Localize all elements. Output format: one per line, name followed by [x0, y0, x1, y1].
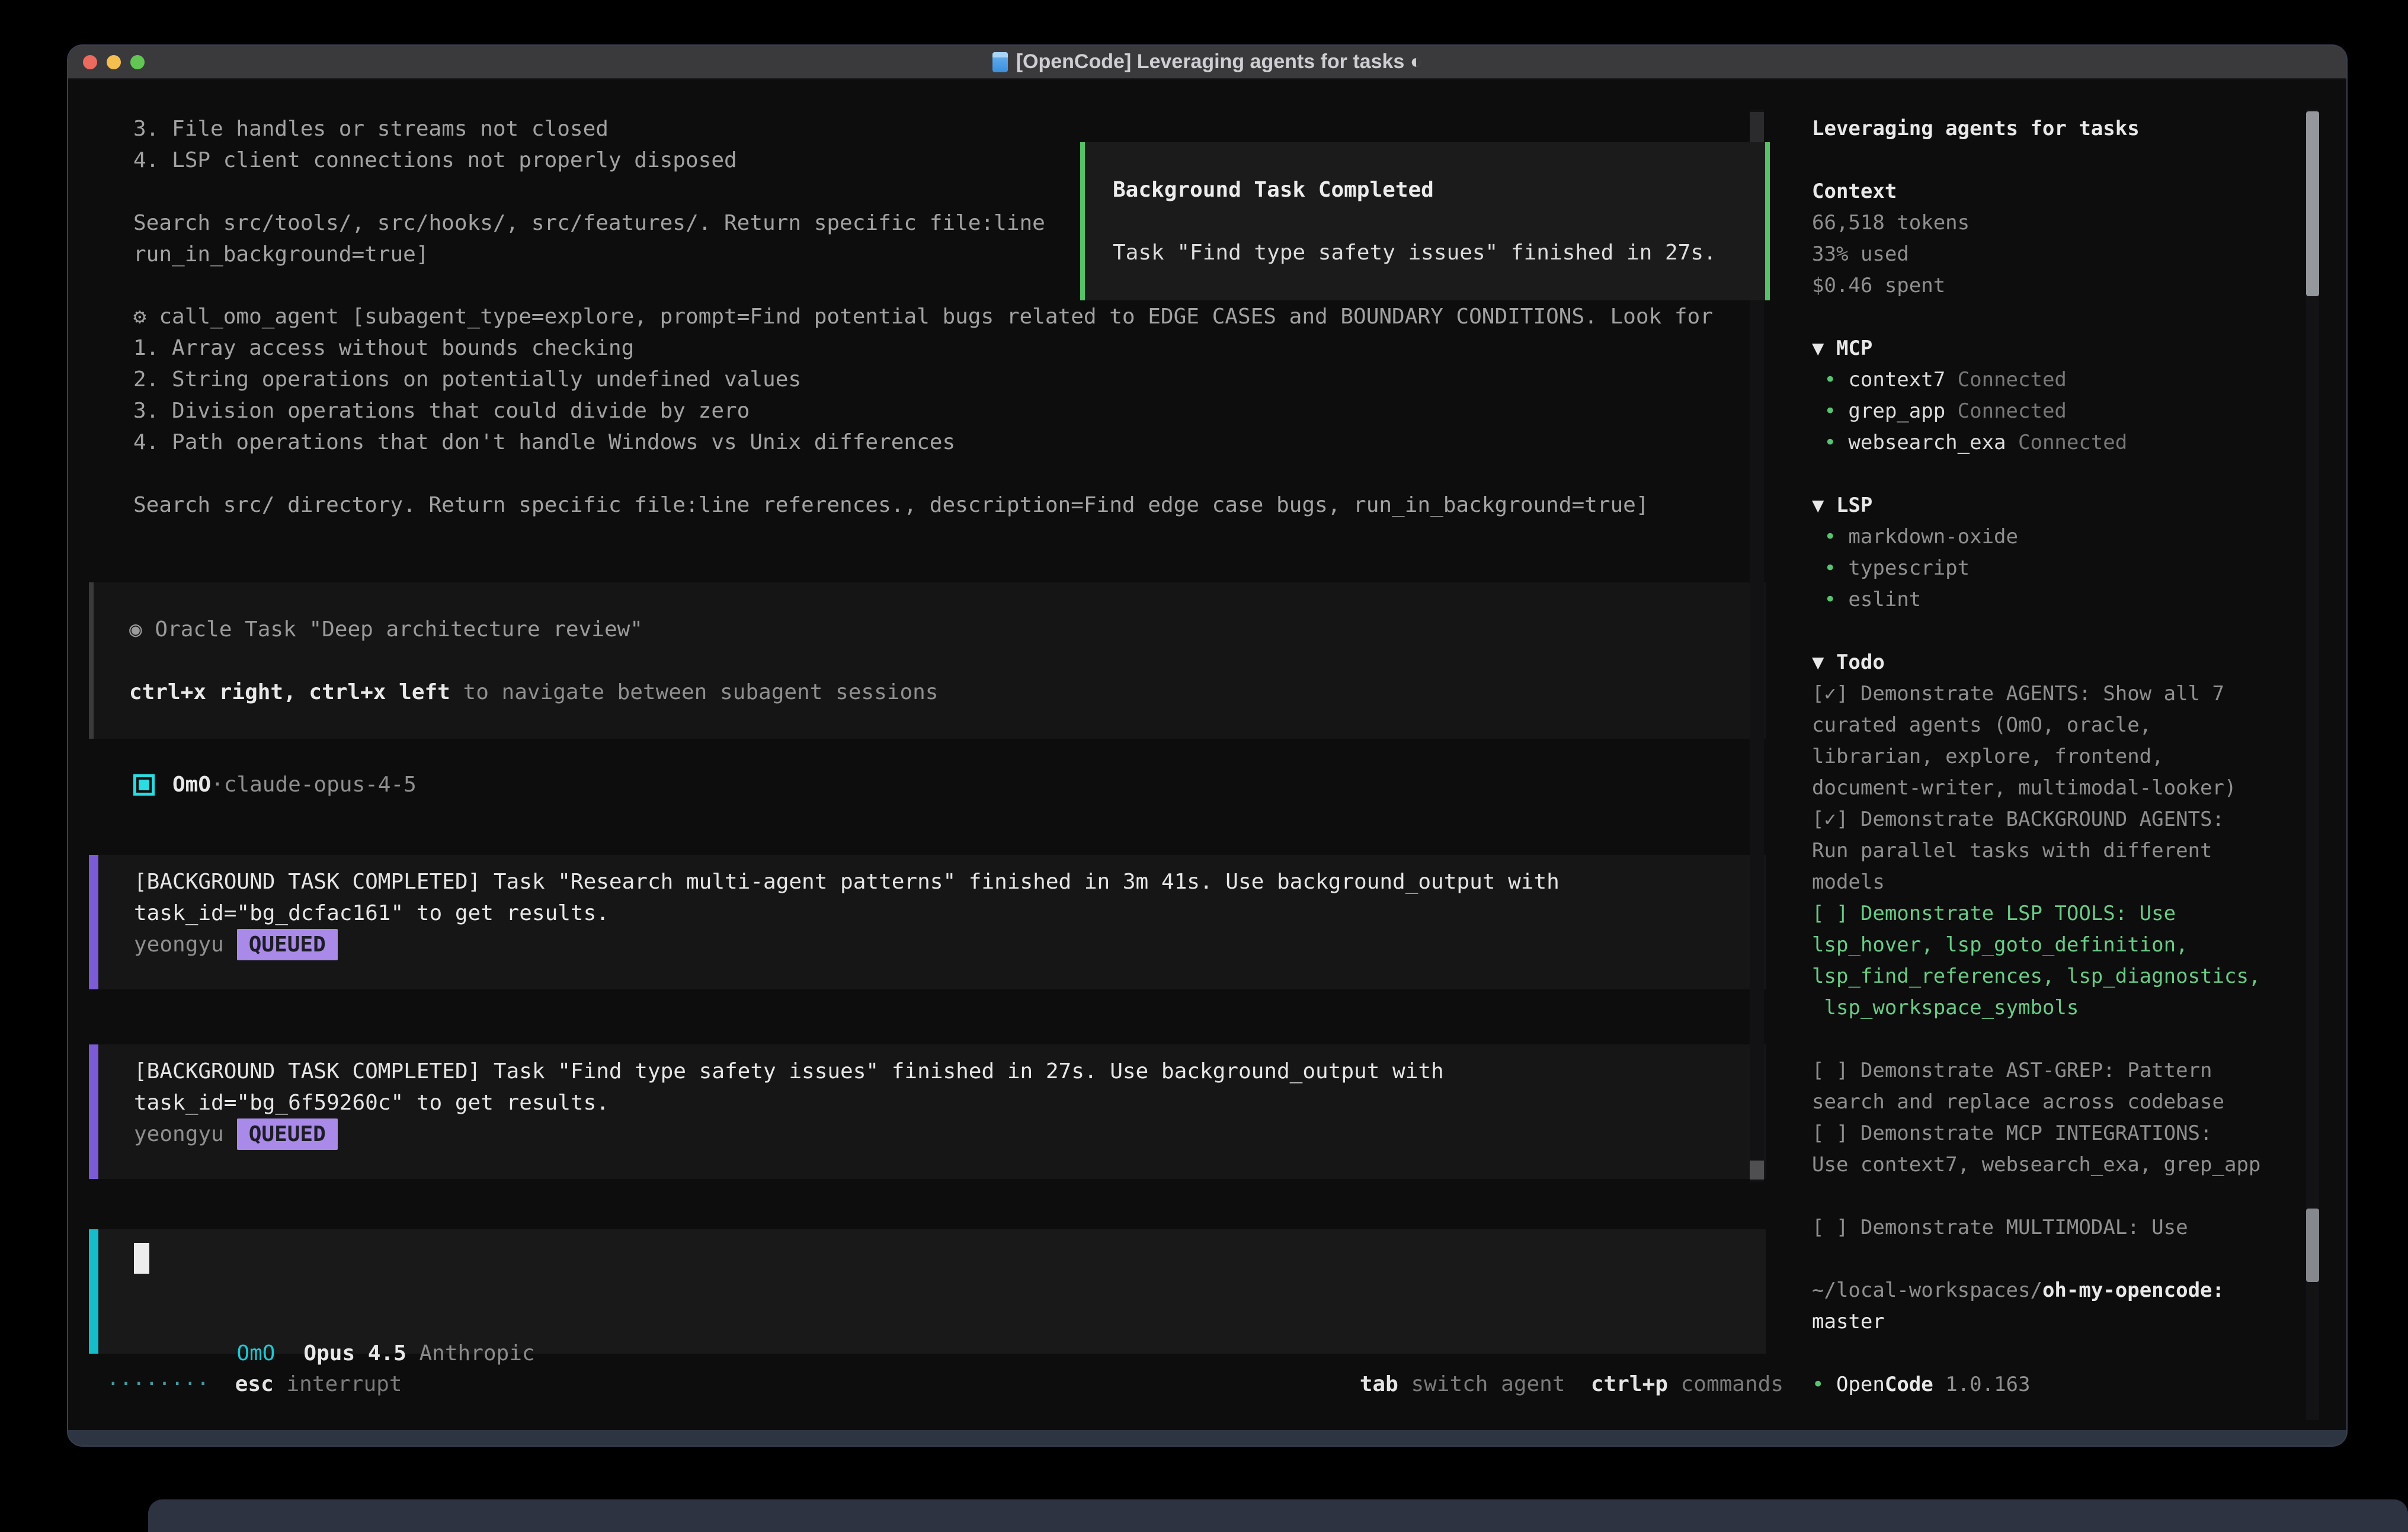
todo-item: search and replace across codebase: [1812, 1086, 2321, 1118]
status-hint: tab switch agent ctrl+p commands: [1360, 1368, 1783, 1400]
window-title: [OpenCode] Leveraging agents for tasks ◐: [1016, 50, 1423, 73]
todo-item: [ ] Demonstrate MULTIMODAL: Use: [1812, 1212, 2321, 1243]
session-title: Leveraging agents for tasks: [1812, 113, 2321, 145]
mcp-item: • grep_app Connected: [1812, 396, 2321, 427]
todo-item: [ ] Demonstrate AST-GREP: Pattern: [1812, 1055, 2321, 1086]
prompt-input[interactable]: OmOOpus 4.5 Anthropic: [89, 1229, 1766, 1354]
task-user: yeongyu: [134, 932, 224, 957]
task-user: yeongyu: [134, 1122, 224, 1146]
todo-item: lsp_find_references, lsp_diagnostics,: [1812, 961, 2321, 992]
mcp-section-header[interactable]: ▼ MCP: [1812, 333, 2321, 364]
context-header: Context: [1812, 176, 2321, 207]
document-icon: [992, 52, 1008, 72]
tool-call-block: ⚙ call_omo_agent [subagent_type=explore,…: [133, 301, 1713, 521]
desktop-background: [OpenCode] Leveraging agents for tasks ◐…: [0, 0, 2408, 1532]
chat-text-block: 3. File handles or streams not closed4. …: [133, 113, 1045, 270]
input-footer: OmOOpus 4.5 Anthropic: [134, 1306, 535, 1338]
context-stat: 33% used: [1812, 239, 2321, 270]
terminal-line: run_in_background=true]: [133, 239, 1045, 270]
todo-list: [✓] Demonstrate AGENTS: Show all 7curate…: [1812, 678, 2321, 1243]
todo-scrollbar-thumb[interactable]: [2306, 1209, 2319, 1282]
sidebar: Leveraging agents for tasks Context 66,5…: [1812, 113, 2321, 1400]
background-window-edge: [148, 1499, 2408, 1532]
oracle-task-title: ◉ Oracle Task "Deep architecture review": [129, 614, 1766, 645]
oracle-task-hint: ctrl+x right, ctrl+x left to navigate be…: [129, 677, 1766, 708]
status-dot-icon: •: [1812, 1373, 1836, 1396]
gear-icon: ⚙: [133, 305, 159, 329]
terminal-line: Search src/ directory. Return specific f…: [133, 489, 1713, 521]
status-badge: QUEUED: [237, 1118, 338, 1150]
notification-body: Task "Find type safety issues" finished …: [1113, 237, 1765, 268]
provider-label: Anthropic: [420, 1341, 535, 1366]
terminal-line: 2. String operations on potentially unde…: [133, 364, 1713, 395]
chat-scrollbar-thumb[interactable]: [1750, 112, 1764, 143]
terminal-line: [133, 458, 1713, 489]
todo-item: [1812, 1024, 2321, 1055]
agent-model: claude-opus-4-5: [224, 773, 417, 797]
todo-item: document-writer, multimodal-looker): [1812, 773, 2321, 804]
context-stat: $0.46 spent: [1812, 270, 2321, 302]
terminal-line: 3. File handles or streams not closed: [133, 113, 1045, 145]
oracle-task-box: ◉ Oracle Task "Deep architecture review"…: [89, 582, 1766, 739]
todo-item: [1812, 1181, 2321, 1212]
todo-item: [ ] Demonstrate LSP TOOLS: Use: [1812, 898, 2321, 930]
todo-item: lsp_hover, lsp_goto_definition,: [1812, 930, 2321, 961]
todo-item: Use context7, websearch_exa, grep_app: [1812, 1149, 2321, 1181]
context-stat: 66,518 tokens: [1812, 207, 2321, 239]
record-icon: ◉: [129, 617, 155, 642]
tool-call-detail-lines: 1. Array access without bounds checking2…: [133, 332, 1713, 521]
workspace-path: ~/local-workspaces/oh-my-opencode:: [1812, 1275, 2321, 1306]
todo-item: [ ] Demonstrate MCP INTEGRATIONS:: [1812, 1118, 2321, 1149]
background-task-message: [BACKGROUND TASK COMPLETED] Task "Resear…: [89, 855, 1766, 989]
sidebar-scrollbar-thumb[interactable]: [2306, 111, 2319, 296]
agent-header: OmO · claude-opus-4-5: [133, 769, 417, 800]
opencode-window: [OpenCode] Leveraging agents for tasks ◐…: [68, 46, 2346, 1446]
chat-scrollbar-thumb[interactable]: [1750, 1161, 1764, 1180]
text-cursor: [134, 1243, 149, 1274]
tool-call-line: ⚙ call_omo_agent [subagent_type=explore,…: [133, 301, 1713, 332]
mcp-items: • context7 Connected • grep_app Connecte…: [1812, 364, 2321, 459]
todo-section-header[interactable]: ▼ Todo: [1812, 647, 2321, 678]
terminal-line: 4. LSP client connections not properly d…: [133, 145, 1045, 176]
todo-item: models: [1812, 867, 2321, 898]
active-model-label: Opus 4.5: [303, 1341, 406, 1366]
terminal-line: 4. Path operations that don't handle Win…: [133, 427, 1713, 458]
window-bottom-edge: [68, 1430, 2346, 1446]
todo-item: librarian, explore, frontend,: [1812, 741, 2321, 773]
window-title-group: [OpenCode] Leveraging agents for tasks ◐: [68, 46, 2346, 78]
lsp-item: • markdown-oxide: [1812, 521, 2321, 553]
agent-separator: ·: [211, 773, 224, 797]
app-version: • OpenCode 1.0.163: [1812, 1369, 2321, 1400]
todo-item: lsp_workspace_symbols: [1812, 992, 2321, 1024]
status-bar: ········ esc interrupt tab switch agent …: [107, 1368, 1783, 1400]
mcp-item: • websearch_exa Connected: [1812, 427, 2321, 459]
tool-call-text: call_omo_agent [subagent_type=explore, p…: [159, 305, 1713, 329]
background-task-message: [BACKGROUND TASK COMPLETED] Task "Find t…: [89, 1044, 1766, 1179]
toast-notification[interactable]: Background Task Completed Task "Find typ…: [1080, 142, 1770, 300]
active-agent-label: OmO: [236, 1341, 275, 1366]
terminal-line: Search src/tools/, src/hooks/, src/featu…: [133, 207, 1045, 239]
status-hint: ········ esc interrupt: [107, 1368, 402, 1400]
agent-name: OmO: [172, 773, 211, 797]
todo-item: [✓] Demonstrate AGENTS: Show all 7: [1812, 678, 2321, 710]
lsp-item: • typescript: [1812, 553, 2321, 584]
window-titlebar: [OpenCode] Leveraging agents for tasks ◐: [68, 46, 2346, 79]
terminal-line: 1. Array access without bounds checking: [133, 332, 1713, 364]
status-left-group: ········ esc interrupt: [107, 1368, 402, 1400]
todo-item: [✓] Demonstrate BACKGROUND AGENTS:: [1812, 804, 2321, 835]
context-stats: 66,518 tokens33% used$0.46 spent: [1812, 207, 2321, 302]
status-right-group: tab switch agent ctrl+p commands: [1360, 1368, 1783, 1400]
lsp-item: • eslint: [1812, 584, 2321, 616]
todo-item: curated agents (OmO, oracle,: [1812, 710, 2321, 741]
terminal-line: 3. Division operations that could divide…: [133, 395, 1713, 427]
mcp-item: • context7 Connected: [1812, 364, 2321, 396]
terminal-line: [133, 176, 1045, 207]
todo-item: Run parallel tasks with different: [1812, 835, 2321, 867]
notification-title: Background Task Completed: [1113, 174, 1765, 206]
status-badge: QUEUED: [237, 929, 338, 960]
git-branch: master: [1812, 1306, 2321, 1338]
lsp-section-header[interactable]: ▼ LSP: [1812, 490, 2321, 521]
lsp-items: • markdown-oxide • typescript • eslint: [1812, 521, 2321, 616]
omo-agent-icon: [133, 774, 155, 796]
